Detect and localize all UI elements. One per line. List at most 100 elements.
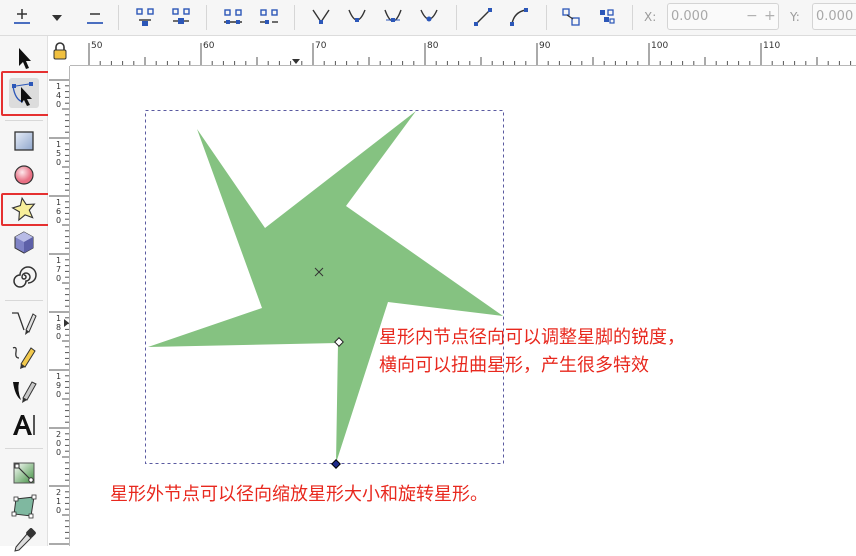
join-nodes-icon xyxy=(136,8,154,26)
arrow-pointer-icon xyxy=(19,48,31,69)
calligraphy-tool-button[interactable] xyxy=(9,376,39,406)
text-icon xyxy=(13,415,35,435)
toolbox-separator xyxy=(5,120,43,121)
ruler-label: 160 xyxy=(56,198,61,225)
rectangle-icon xyxy=(14,131,34,151)
ruler-label: 190 xyxy=(56,372,61,399)
insert-dropdown-button[interactable] xyxy=(44,4,70,30)
node-toolbar: X: 0.000 − + Y: 0.000 xyxy=(0,0,856,36)
ruler-label: 200 xyxy=(56,430,61,457)
toolbar-separator xyxy=(118,5,119,30)
insert-node-button[interactable] xyxy=(9,4,35,30)
star-tool-highlight xyxy=(1,193,50,226)
mesh-icon xyxy=(11,494,37,519)
node-smooth-button[interactable] xyxy=(344,4,370,30)
gradient-icon xyxy=(13,462,35,484)
node-symmetric-button[interactable] xyxy=(380,4,406,30)
toolbar-separator xyxy=(294,5,295,30)
toolbar-separator xyxy=(206,5,207,30)
star-shape[interactable] xyxy=(148,111,503,463)
ellipse-tool-button[interactable] xyxy=(9,160,39,190)
toolbox xyxy=(0,36,66,552)
ellipse-icon xyxy=(14,165,34,185)
symmetric-node-icon xyxy=(384,9,402,22)
join-segment-icon xyxy=(224,9,242,24)
pencil-tool-button[interactable] xyxy=(9,342,39,372)
toolbar-separator xyxy=(456,5,457,30)
segment-line-button[interactable] xyxy=(470,4,496,30)
lock-guides-button[interactable] xyxy=(50,40,70,62)
delete-node-icon xyxy=(87,13,103,24)
ruler-label: 70 xyxy=(315,41,327,51)
pencil-icon xyxy=(12,346,36,369)
ruler-label: 90 xyxy=(539,41,551,51)
gradient-tool-button[interactable] xyxy=(9,458,39,488)
text-tool-button[interactable] xyxy=(9,410,39,440)
ruler-label: 100 xyxy=(651,41,668,51)
segment-curve-button[interactable] xyxy=(506,4,532,30)
ruler-label: 110 xyxy=(763,41,780,51)
inner-node-annotation-line1: 星形内节点径向可以调整星脚的锐度， xyxy=(379,327,685,348)
inner-node-annotation-line2: 横向可以扭曲星形，产生很多特效 xyxy=(379,355,649,376)
insert-node-icon xyxy=(14,9,30,24)
delete-segment-button[interactable] xyxy=(256,4,282,30)
node-cusp-button[interactable] xyxy=(308,4,334,30)
ruler-label: 140 xyxy=(56,82,61,109)
horizontal-ruler-ticks: 50 60 70 80 90 100 110 xyxy=(88,41,852,65)
curve-segment-icon xyxy=(510,8,528,26)
break-path-button[interactable] xyxy=(168,4,194,30)
mesh-tool-button[interactable] xyxy=(9,492,39,522)
dropper-tool-button[interactable] xyxy=(9,526,39,556)
toolbar-separator xyxy=(546,5,547,30)
ruler-position-marker xyxy=(292,59,300,64)
stroke-to-path-button[interactable] xyxy=(594,4,620,30)
ruler-label: 80 xyxy=(427,41,439,51)
ruler-label: 60 xyxy=(203,41,215,51)
ruler-label: 180 xyxy=(56,314,61,341)
x-coordinate-field[interactable]: 0.000 xyxy=(667,3,779,30)
x-decrement-button[interactable]: − xyxy=(746,8,758,24)
y-label: Y: xyxy=(790,10,800,24)
toolbox-separator xyxy=(5,300,43,301)
ruler-label: 150 xyxy=(56,140,61,167)
object-to-path-button[interactable] xyxy=(558,4,584,30)
bezier-tool-button[interactable] xyxy=(9,308,39,338)
object-to-path-icon xyxy=(562,8,580,26)
x-increment-button[interactable]: + xyxy=(764,8,776,24)
toolbox-separator xyxy=(5,448,43,449)
ruler-label: 50 xyxy=(91,41,103,51)
outer-node-annotation: 星形外节点可以径向缩放星形大小和旋转星形。 xyxy=(110,484,488,505)
vertical-ruler-ticks: 140150160170180190200210220 xyxy=(49,79,69,556)
horizontal-ruler[interactable]: 50 60 70 80 90 100 110 xyxy=(70,36,856,66)
y-coordinate-field[interactable]: 0.000 xyxy=(812,3,856,30)
spiral-tool-button[interactable] xyxy=(9,262,39,292)
stroke-to-path-icon xyxy=(600,9,615,24)
break-path-icon xyxy=(172,8,190,24)
delete-segment-icon xyxy=(260,9,278,24)
cusp-node-icon xyxy=(312,9,330,24)
rect-tool-button[interactable] xyxy=(9,126,39,156)
auto-smooth-node-icon xyxy=(420,9,438,22)
dropper-icon xyxy=(14,528,36,552)
delete-node-button[interactable] xyxy=(82,4,108,30)
join-nodes-button[interactable] xyxy=(132,4,158,30)
ruler-position-marker xyxy=(64,319,69,327)
ruler-label: 170 xyxy=(56,256,61,283)
x-coordinate-value: 0.000 xyxy=(671,9,709,24)
x-label: X: xyxy=(644,10,657,24)
vertical-ruler[interactable]: 140150160170180190200210220 xyxy=(48,66,70,556)
toolbar-separator xyxy=(632,5,633,30)
selector-tool-button[interactable] xyxy=(9,43,39,73)
node-auto-smooth-button[interactable] xyxy=(416,4,442,30)
chevron-down-icon xyxy=(52,15,62,21)
line-segment-icon xyxy=(474,8,492,26)
spiral-icon xyxy=(13,266,37,288)
3dbox-tool-button[interactable] xyxy=(9,228,39,258)
lock-icon xyxy=(53,42,67,60)
3d-box-icon xyxy=(14,231,34,254)
pen-icon xyxy=(12,312,37,335)
calligraphy-pen-icon xyxy=(13,381,37,403)
ruler-label: 210 xyxy=(56,488,61,515)
join-endnodes-segment-button[interactable] xyxy=(220,4,246,30)
drawing-canvas[interactable] xyxy=(71,67,856,546)
